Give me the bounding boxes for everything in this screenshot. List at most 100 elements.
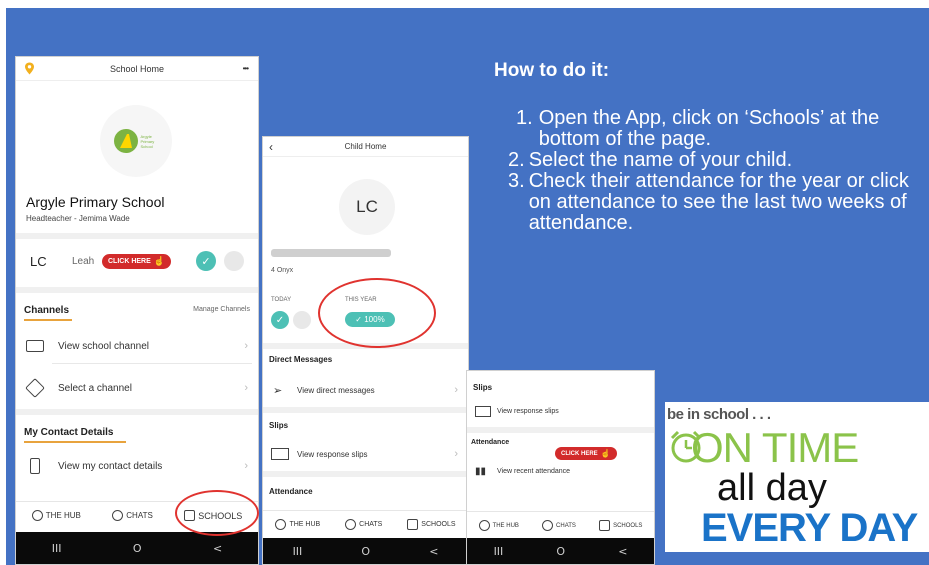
monitor-icon [26, 340, 44, 352]
manage-channels-link[interactable]: Manage Channels [193, 306, 250, 313]
view-response-slips-label: View response slips [297, 449, 368, 459]
back-button[interactable]: < [429, 545, 438, 558]
home-button[interactable]: O [133, 542, 142, 555]
click-here-label: CLICK HERE [108, 258, 151, 265]
view-response-slips-row[interactable]: View response slips › [263, 445, 468, 463]
step-text: Select the name of your child. [528, 149, 793, 171]
child-row[interactable]: LC Leah CLICK HERE ☝ ✓ [16, 247, 258, 275]
school-name: Argyle Primary School [26, 194, 165, 210]
tab-schools[interactable]: SCHOOLS [599, 520, 642, 531]
view-recent-attendance-row[interactable]: ▮▮ View recent attendance [467, 463, 654, 479]
highlight-circle [318, 278, 436, 348]
hub-icon [275, 519, 287, 530]
phone-icon [30, 458, 40, 474]
view-recent-attendance-label: View recent attendance [497, 467, 571, 475]
chevron-right-icon: › [244, 382, 248, 394]
phone-school-home: School Home ••• Argyle Primary School Ar… [15, 56, 259, 565]
click-here-label: CLICK HERE [561, 450, 598, 457]
chevron-right-icon: › [454, 384, 458, 396]
home-button[interactable]: O [361, 545, 370, 558]
back-button[interactable]: < [618, 545, 627, 558]
more-options-icon[interactable]: ••• [243, 64, 249, 73]
view-school-channel-row[interactable]: View school channel › [16, 335, 258, 357]
badge-line-1: be in school . . . [667, 406, 771, 423]
step-text: Check their attendance for the year or c… [528, 170, 909, 234]
view-direct-messages-row[interactable]: ➢ View direct messages › [263, 381, 468, 399]
chevron-right-icon: › [454, 448, 458, 460]
tab-the-hub[interactable]: THE HUB [275, 519, 320, 530]
child-home-header: ‹ Child Home [263, 137, 468, 157]
tab-schools[interactable]: SCHOOLS [407, 519, 456, 530]
image-icon [271, 448, 289, 460]
hand-pointer-icon: ☝ [600, 449, 611, 458]
badge-line-4: EVERY DAY [701, 506, 918, 550]
tab-label: CHATS [126, 511, 153, 520]
click-here-callout: CLICK HERE ☝ [555, 447, 617, 460]
tab-chats[interactable]: CHATS [112, 510, 153, 521]
select-channel-label: Select a channel [58, 382, 132, 394]
step-text: Open the App, click on ‘Schools’ at the … [538, 107, 880, 150]
school-home-header: School Home ••• [16, 57, 258, 81]
attendance-heading: Attendance [471, 439, 510, 446]
instruction-step: 1. Open the App, click on ‘Schools’ at t… [516, 108, 913, 150]
divider [16, 287, 258, 293]
child-initials: LC [30, 253, 47, 269]
divider [263, 471, 468, 477]
recent-apps-button[interactable]: III [52, 542, 62, 555]
tab-label: SCHOOLS [421, 521, 456, 528]
hub-icon [31, 510, 43, 521]
view-contact-details-label: View my contact details [58, 460, 163, 472]
tab-label: CHATS [556, 522, 576, 529]
tab-the-hub[interactable]: THE HUB [478, 520, 519, 531]
tab-the-hub[interactable]: THE HUB [31, 510, 81, 521]
tab-chats[interactable]: CHATS [542, 520, 576, 531]
phone-child-home: ‹ Child Home LC 4 Onyx TODAY ✓ THIS YEAR… [262, 136, 469, 565]
back-button[interactable]: < [213, 542, 222, 555]
recent-apps-button[interactable]: III [293, 545, 303, 558]
heading-underline [24, 319, 72, 321]
slips-heading: Slips [473, 383, 493, 392]
tab-label: CHATS [359, 521, 383, 528]
location-pin-icon[interactable] [24, 62, 35, 75]
page-title: School Home [109, 63, 165, 74]
recent-apps-button[interactable]: III [494, 545, 504, 558]
divider [16, 233, 258, 239]
attendance-empty-icon [224, 251, 244, 271]
slips-heading: Slips [269, 421, 289, 430]
badge-line-2: ON TIME [691, 424, 859, 471]
today-empty-icon [293, 311, 311, 329]
instruction-step: 2. Select the name of your child. [508, 150, 913, 171]
school-logo-text: Argyle Primary School [140, 133, 155, 149]
bottom-tab-bar: THE HUB CHATS SCHOOLS [263, 510, 468, 538]
click-here-callout: CLICK HERE ☝ [102, 254, 171, 269]
school-icon [599, 520, 611, 531]
step-number: 3. [508, 170, 525, 192]
phone-attendance: Slips View response slips Attendance CLI… [466, 370, 655, 565]
hand-pointer-icon: ☝ [153, 256, 165, 266]
chat-bubble-icon [542, 520, 554, 531]
view-direct-messages-label: View direct messages [297, 385, 375, 395]
divider [16, 409, 258, 415]
school-icon [407, 519, 419, 530]
today-label: TODAY [271, 297, 292, 303]
tab-chats[interactable]: CHATS [345, 519, 382, 530]
home-button[interactable]: O [556, 545, 565, 558]
page-title: Child Home [344, 142, 387, 151]
select-channel-row[interactable]: Select a channel › [16, 377, 258, 399]
image-icon [475, 405, 491, 417]
direct-messages-heading: Direct Messages [269, 355, 333, 364]
divider [52, 363, 252, 364]
back-chevron-icon[interactable]: ‹ [269, 140, 273, 154]
system-nav-bar: III O < [263, 538, 468, 564]
chat-bubble-icon [345, 519, 357, 530]
chat-bubble-icon [112, 510, 124, 521]
contact-details-heading: My Contact Details [24, 427, 114, 438]
instruction-step: 3. Check their attendance for the year o… [508, 171, 913, 234]
view-school-channel-label: View school channel [58, 340, 149, 352]
channels-heading: Channels [24, 305, 70, 316]
step-number: 2. [508, 149, 525, 171]
on-time-badge: be in school . . . ON TIME all day EVERY… [665, 402, 929, 552]
view-contact-details-row[interactable]: View my contact details › [16, 455, 258, 477]
hub-icon [478, 520, 490, 531]
view-response-slips-row[interactable]: View response slips [467, 403, 654, 419]
